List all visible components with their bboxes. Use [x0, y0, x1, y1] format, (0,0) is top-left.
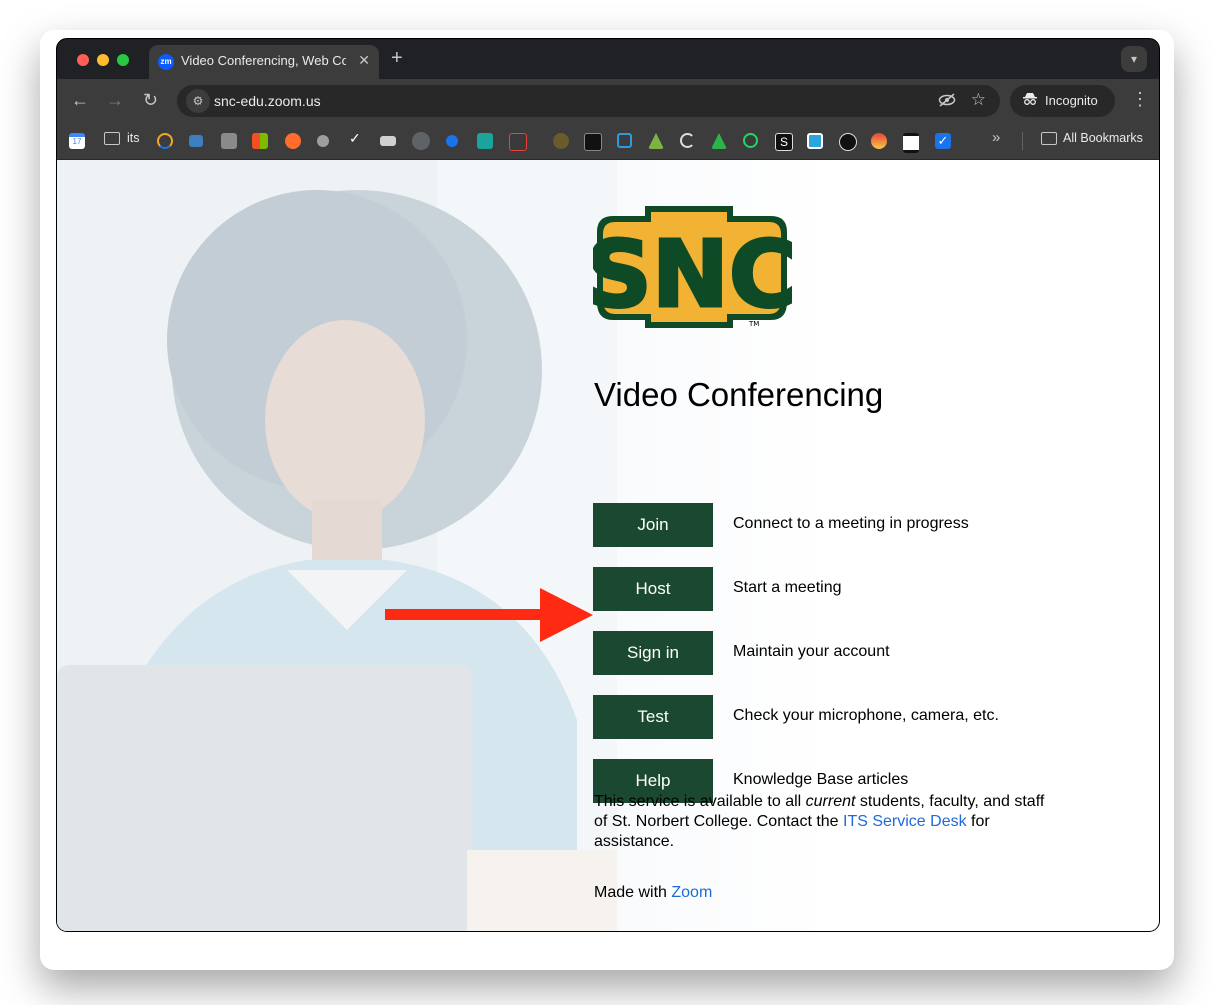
bookmark-icon[interactable]: [680, 133, 695, 148]
bookmark-icon[interactable]: [221, 133, 237, 149]
overflow-chevron-icon[interactable]: »: [992, 129, 1000, 146]
logo-text: SNC: [593, 221, 793, 328]
bookmark-icon[interactable]: [509, 133, 527, 151]
incognito-label: Incognito: [1045, 93, 1098, 108]
back-arrow-icon[interactable]: ←: [71, 90, 89, 111]
bookmark-icon[interactable]: [412, 132, 430, 150]
zoom-favicon-icon: zm: [158, 54, 174, 70]
bookmark-icon[interactable]: [648, 133, 664, 149]
bookmark-icon[interactable]: [380, 136, 396, 146]
hero-photo-woman-laptop: [57, 160, 617, 931]
folder-icon[interactable]: [104, 132, 120, 145]
join-description: Connect to a meeting in progress: [733, 515, 969, 532]
minimize-window-button[interactable]: [97, 54, 109, 66]
folder-icon[interactable]: [1041, 132, 1057, 145]
zoom-link[interactable]: Zoom: [671, 884, 712, 901]
reload-icon[interactable]: ↻: [143, 90, 158, 111]
bookmark-icon[interactable]: [317, 135, 329, 147]
bookmark-icon[interactable]: [871, 133, 887, 149]
google-drive-icon[interactable]: [711, 133, 727, 149]
vscode-icon[interactable]: [617, 133, 632, 148]
google-calendar-icon[interactable]: 17: [69, 133, 85, 149]
bookmark-icon[interactable]: [157, 133, 173, 149]
sign-in-description: Maintain your account: [733, 643, 890, 660]
incognito-button[interactable]: Incognito: [1010, 85, 1115, 117]
bookmarks-divider: [1022, 132, 1023, 150]
made-with-text: Made with: [594, 884, 672, 901]
red-arrow-pointer: [385, 588, 593, 642]
bookmark-icon[interactable]: [903, 133, 919, 153]
made-with-footer: Made with Zoom: [594, 884, 712, 902]
bookmark-icon[interactable]: [189, 135, 203, 147]
help-description: Knowledge Base articles: [733, 771, 909, 788]
bookmark-icon[interactable]: [477, 133, 493, 149]
maximize-window-button[interactable]: [117, 54, 129, 66]
bookmarks-bar: 17 its ✓ S ✓ » All Bookmarks: [57, 123, 1159, 160]
its-service-desk-link[interactable]: ITS Service Desk: [843, 813, 967, 830]
tab-strip: zm Video Conferencing, Web Con ✕ + ▾: [57, 39, 1159, 79]
browser-window: zm Video Conferencing, Web Con ✕ + ▾ ← →…: [56, 38, 1160, 932]
host-button[interactable]: Host: [593, 567, 713, 611]
cpanel-icon[interactable]: [285, 133, 301, 149]
snc-logo: SNC TM: [593, 206, 793, 330]
bookmark-icon[interactable]: [839, 133, 857, 151]
bookmark-icon[interactable]: [584, 133, 602, 151]
forward-arrow-icon[interactable]: →: [106, 90, 124, 111]
bookmark-icon[interactable]: [807, 133, 823, 149]
bookmark-icon[interactable]: ✓: [935, 133, 951, 149]
checkmark-icon[interactable]: ✓: [349, 130, 365, 146]
page-title: Video Conferencing: [594, 376, 884, 413]
tab-search-chevron-icon[interactable]: ▾: [1121, 46, 1147, 72]
new-tab-icon[interactable]: +: [391, 47, 403, 70]
tab-title: Video Conferencing, Web Con: [181, 53, 346, 68]
bookmark-icon[interactable]: [446, 135, 458, 147]
bookmark-star-icon[interactable]: ☆: [971, 90, 986, 110]
bookmark-icon[interactable]: S: [775, 133, 793, 151]
close-window-button[interactable]: [77, 54, 89, 66]
note-emphasis: current: [805, 793, 856, 810]
bookmark-icon[interactable]: [553, 133, 569, 149]
url-text[interactable]: snc-edu.zoom.us: [214, 93, 321, 109]
whatsapp-icon[interactable]: [743, 133, 758, 148]
incognito-icon: [1022, 92, 1038, 109]
logo-trademark: TM: [748, 320, 759, 328]
eye-off-icon[interactable]: [938, 92, 956, 111]
host-description: Start a meeting: [733, 579, 842, 596]
microsoft-icon[interactable]: [252, 133, 268, 149]
sign-in-button[interactable]: Sign in: [593, 631, 713, 675]
bookmark-folder-its[interactable]: its: [127, 131, 140, 145]
tab-active[interactable]: zm Video Conferencing, Web Con ✕: [149, 45, 379, 79]
address-bar[interactable]: ⚙ snc-edu.zoom.us ☆: [177, 85, 1000, 117]
close-tab-icon[interactable]: ✕: [358, 52, 370, 69]
kebab-menu-icon[interactable]: ⋮: [1131, 89, 1149, 110]
toolbar: ← → ↻ ⚙ snc-edu.zoom.us ☆ Incognito ⋮: [57, 79, 1159, 123]
test-button[interactable]: Test: [593, 695, 713, 739]
join-button[interactable]: Join: [593, 503, 713, 547]
page-content: SNC TM Video Conferencing Join Connect t…: [57, 160, 1159, 931]
note-text-1: This service is available to all: [594, 793, 806, 810]
site-settings-icon[interactable]: ⚙: [186, 89, 210, 113]
test-description: Check your microphone, camera, etc.: [733, 707, 999, 724]
all-bookmarks-link[interactable]: All Bookmarks: [1063, 131, 1143, 145]
service-note: This service is available to all current…: [594, 792, 1054, 852]
